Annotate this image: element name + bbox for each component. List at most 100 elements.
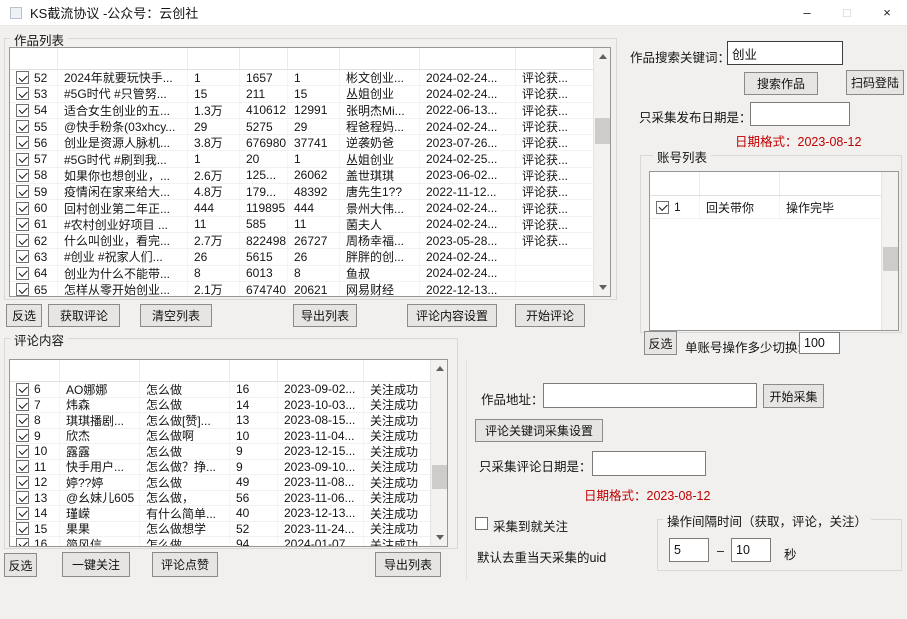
maximize-icon[interactable]: □: [827, 0, 867, 26]
row-checkbox[interactable]: [16, 185, 29, 198]
scroll-thumb[interactable]: [432, 465, 447, 489]
account-switch-input[interactable]: [799, 332, 840, 354]
scroll-thumb[interactable]: [595, 118, 610, 144]
row-checkbox[interactable]: [16, 120, 29, 133]
clear-list-button[interactable]: 清空列表: [140, 304, 212, 327]
comment-keyword-settings-button[interactable]: 评论关键词采集设置: [475, 419, 603, 442]
works-column-header[interactable]: [420, 48, 516, 69]
comments-table-row[interactable]: 6 AO娜娜 怎么做 16 2023-09-02... 关注成功: [10, 382, 430, 398]
row-checkbox[interactable]: [16, 104, 29, 117]
row-checkbox[interactable]: [16, 491, 29, 504]
row-checkbox[interactable]: [16, 234, 29, 247]
works-table-row[interactable]: 64 创业为什么不能带... 8 6013 8 鱼叔 2024-02-24...: [10, 266, 593, 282]
comments-export-button[interactable]: 导出列表: [375, 552, 441, 577]
row-checkbox[interactable]: [16, 460, 29, 473]
publish-date-input[interactable]: [750, 102, 850, 126]
works-table-row[interactable]: 59 疫情闲在家来给大... 4.8万 179... 48392 唐先生1?? …: [10, 184, 593, 200]
comments-table-row[interactable]: 15 果果 怎么做想学 52 2023-11-24... 关注成功: [10, 522, 430, 538]
scroll-down-icon[interactable]: [431, 529, 448, 546]
row-checkbox[interactable]: [16, 218, 29, 231]
accounts-column-header[interactable]: [650, 172, 700, 195]
row-checkbox[interactable]: [16, 153, 29, 166]
works-column-header[interactable]: [240, 48, 288, 69]
comments-table-row[interactable]: 11 快手用户... 怎么做？挣... 9 2023-09-10... 关注成功: [10, 460, 430, 476]
accounts-column-header[interactable]: [700, 172, 780, 195]
works-table-row[interactable]: 57 #5G时代 #刷到我... 1 20 1 丛姐创业 2024-02-25.…: [10, 151, 593, 167]
follow-all-button[interactable]: 一键关注: [62, 552, 130, 577]
row-checkbox[interactable]: [16, 414, 29, 427]
works-column-header[interactable]: [288, 48, 340, 69]
comments-table-row[interactable]: 13 @幺妹儿605 怎么做， 56 2023-11-06... 关注成功: [10, 491, 430, 507]
row-checkbox[interactable]: [16, 202, 29, 215]
scroll-thumb[interactable]: [883, 247, 898, 271]
works-table-row[interactable]: 54 适合女生创业的五... 1.3万 410612 12991 张明杰Mi..…: [10, 103, 593, 119]
comments-table-row[interactable]: 16 简风信 怎么做 94 2024-01-07... 关注成功: [10, 537, 430, 546]
interval-min-input[interactable]: [669, 538, 709, 562]
comments-table-row[interactable]: 9 欣杰 怎么做啊 10 2023-11-04... 关注成功: [10, 429, 430, 445]
comment-date-input[interactable]: [592, 451, 706, 476]
row-checkbox[interactable]: [16, 71, 29, 84]
works-table-row[interactable]: 56 创业是资源人脉机... 3.8万 676980 37741 逆袭奶爸 20…: [10, 135, 593, 151]
work-url-input[interactable]: [543, 383, 757, 408]
works-table-row[interactable]: 63 #创业 #祝家人们... 26 5615 26 胖胖的创... 2024-…: [10, 249, 593, 265]
interval-max-input[interactable]: [731, 538, 771, 562]
works-column-header[interactable]: [340, 48, 420, 69]
comment-settings-button[interactable]: 评论内容设置: [407, 304, 497, 327]
comments-column-header[interactable]: [278, 360, 364, 381]
start-comment-button[interactable]: 开始评论: [515, 304, 585, 327]
row-checkbox[interactable]: [16, 429, 29, 442]
works-table-row[interactable]: 60 回村创业第二年正... 444 119895 444 景州大伟... 20…: [10, 200, 593, 216]
works-column-header[interactable]: [10, 48, 58, 69]
search-works-button[interactable]: 搜索作品: [744, 72, 818, 95]
row-checkbox[interactable]: [16, 398, 29, 411]
comments-scrollbar[interactable]: [430, 360, 447, 546]
comments-table-row[interactable]: 8 琪琪播剧... 怎么做[赞]... 13 2023-08-15... 关注成…: [10, 413, 430, 429]
close-icon[interactable]: ×: [867, 0, 907, 26]
qr-login-button[interactable]: 扫码登陆: [846, 70, 904, 95]
works-table-row[interactable]: 53 #5G时代 #只管努... 15 211 15 丛姐创业 2024-02-…: [10, 86, 593, 102]
works-column-header[interactable]: [188, 48, 240, 69]
works-export-button[interactable]: 导出列表: [293, 304, 357, 327]
works-table-row[interactable]: 55 @快手粉条(03xhcy... 29 5275 29 程爸程妈... 20…: [10, 119, 593, 135]
row-checkbox[interactable]: [16, 87, 29, 100]
works-column-header[interactable]: [516, 48, 595, 69]
row-checkbox[interactable]: [16, 250, 29, 263]
comments-table-row[interactable]: 14 瑾嵘 有什么简单... 40 2023-12-13... 关注成功: [10, 506, 430, 522]
comments-column-header[interactable]: [10, 360, 60, 381]
row-checkbox[interactable]: [16, 507, 29, 520]
comments-table-row[interactable]: 10 露露 怎么做 9 2023-12-15... 关注成功: [10, 444, 430, 460]
row-checkbox[interactable]: [16, 169, 29, 182]
works-scrollbar[interactable]: [593, 48, 610, 296]
follow-on-collect-checkbox[interactable]: [475, 517, 488, 530]
accounts-invert-button[interactable]: 反选: [644, 331, 677, 355]
comments-table-row[interactable]: 7 炜森 怎么做 14 2023-10-03... 关注成功: [10, 398, 430, 414]
works-invert-button[interactable]: 反选: [6, 304, 42, 327]
row-checkbox[interactable]: [16, 538, 29, 546]
accounts-scrollbar[interactable]: [881, 172, 898, 330]
scroll-up-icon[interactable]: [594, 48, 611, 65]
row-checkbox[interactable]: [16, 283, 29, 296]
row-checkbox[interactable]: [16, 445, 29, 458]
row-checkbox[interactable]: [16, 522, 29, 535]
works-table-row[interactable]: 58 如果你也想创业，... 2.6万 125... 26062 盖世琪琪 20…: [10, 168, 593, 184]
accounts-column-header[interactable]: [780, 172, 879, 195]
works-table-row[interactable]: 52 2024年就要玩快手... 1 1657 1 彬文创业... 2024-0…: [10, 70, 593, 86]
row-checkbox[interactable]: [16, 476, 29, 489]
comments-invert-button[interactable]: 反选: [4, 553, 37, 577]
works-table-row[interactable]: 65 怎样从零开始创业... 2.1万 674740 20621 网易财经 20…: [10, 282, 593, 296]
works-column-header[interactable]: [58, 48, 188, 69]
comments-column-header[interactable]: [60, 360, 140, 381]
comments-column-header[interactable]: [364, 360, 432, 381]
row-checkbox[interactable]: [16, 136, 29, 149]
row-checkbox[interactable]: [16, 267, 29, 280]
row-checkbox[interactable]: [16, 383, 29, 396]
comments-column-header[interactable]: [230, 360, 278, 381]
comments-table-row[interactable]: 12 婷??婷 怎么做 49 2023-11-08... 关注成功: [10, 475, 430, 491]
like-comments-button[interactable]: 评论点赞: [152, 552, 218, 577]
works-table-row[interactable]: 61 #农村创业好项目 ... 11 585 11 菌夫人 2024-02-24…: [10, 217, 593, 233]
comments-column-header[interactable]: [140, 360, 230, 381]
works-table-row[interactable]: 62 什么叫创业，看完... 2.7万 822498 26727 周杨幸福...…: [10, 233, 593, 249]
accounts-table-row[interactable]: 1 回关带你 操作完毕: [650, 196, 881, 219]
minimize-icon[interactable]: –: [787, 0, 827, 26]
get-comments-button[interactable]: 获取评论: [48, 304, 120, 327]
